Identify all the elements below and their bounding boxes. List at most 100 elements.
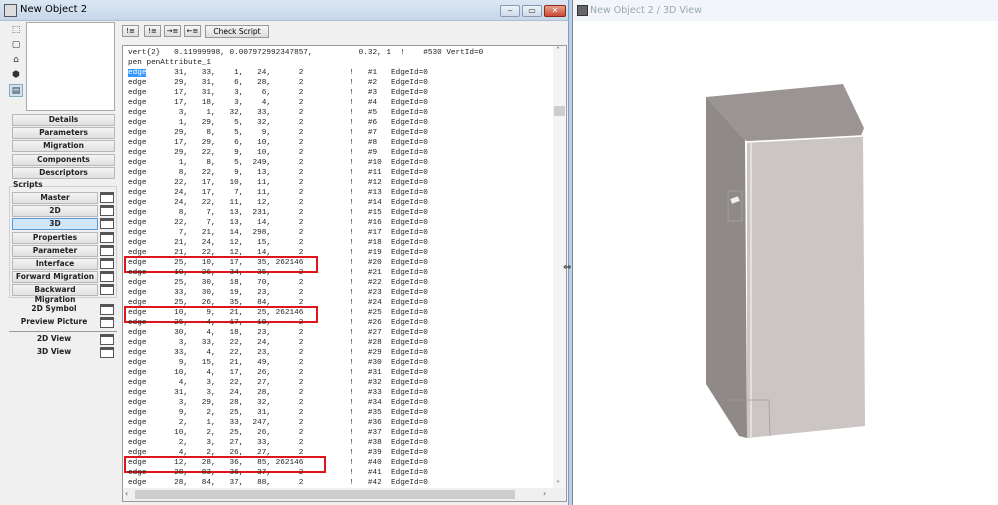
scroll-up-icon[interactable]: ˄	[556, 46, 560, 55]
edge-values: 17, 18, 3, 4, 2 ! #4	[146, 99, 391, 107]
script-button-parameter[interactable]: Parameter	[12, 244, 98, 257]
3d-view-label[interactable]: 3D View	[12, 347, 96, 356]
script-editor[interactable]: vert{2} 0.11999998, 0.007972992347857, 0…	[122, 45, 567, 502]
edge-keyword: edge	[128, 439, 147, 447]
edge-keyword: edge	[128, 339, 147, 347]
window-icon[interactable]	[100, 205, 114, 217]
window-icon[interactable]	[100, 284, 114, 296]
rectangle-icon[interactable]: ▢	[9, 39, 23, 52]
window-icon[interactable]	[100, 218, 114, 230]
edge-keyword: edge	[128, 429, 147, 437]
edge-line: edge 17, 31, 3, 6, 2 ! #3 EdgeId=0	[128, 88, 483, 98]
edge-values: 24, 22, 11, 12, 2 ! #14	[146, 199, 391, 207]
edge-line: edge 25, 30, 18, 70, 2 ! #22 EdgeId=0	[128, 278, 483, 288]
details-button[interactable]: Details	[12, 114, 115, 126]
edge-keyword: edge	[128, 379, 147, 387]
edge-values: 28, 83, 36, 37, 2 ! #41	[146, 469, 391, 477]
edge-values: 22, 17, 10, 11, 2 ! #12	[146, 179, 391, 187]
script-button-properties[interactable]: Properties	[12, 231, 98, 244]
edge-line: edge 22, 7, 13, 14, 2 ! #16 EdgeId=0	[128, 218, 483, 228]
scroll-thumb[interactable]	[135, 490, 515, 499]
edge-keyword: edge	[128, 469, 147, 477]
cabinet-model	[706, 84, 865, 438]
components-button[interactable]: Components	[12, 154, 115, 166]
script-button-3d[interactable]: 3D	[12, 218, 98, 231]
edge-line: edge 33, 4, 22, 23, 2 ! #29 EdgeId=0	[128, 348, 483, 358]
2d-symbol-label[interactable]: 2D Symbol	[12, 304, 96, 313]
parameters-button[interactable]: Parameters	[12, 127, 115, 139]
edge-line: edge 8, 22, 9, 13, 2 ! #11 EdgeId=0	[128, 168, 483, 178]
edge-id: EdgeId=0	[390, 139, 428, 147]
minimize-button[interactable]: ‒	[500, 5, 520, 17]
edge-values: 25, 10, 17, 35, 262146 ! #20	[146, 259, 391, 267]
edge-line: edge 3, 29, 28, 32, 2 ! #34 EdgeId=0	[128, 398, 483, 408]
uncomment-button[interactable]: !≡	[144, 25, 161, 37]
edge-values: 2, 1, 33, 247, 2 ! #36	[146, 419, 391, 427]
splitter-handle-icon[interactable]: ⇔	[563, 262, 571, 273]
edge-keyword: edge	[128, 319, 147, 327]
floor-plan-icon[interactable]: ⌂	[9, 54, 23, 67]
2d-view-label[interactable]: 2D View	[12, 334, 96, 343]
edge-id: EdgeId=0	[390, 89, 428, 97]
edge-line: edge 10, 2, 25, 26, 2 ! #37 EdgeId=0	[128, 428, 483, 438]
edge-keyword: edge	[128, 479, 147, 487]
edge-values: 10, 4, 17, 26, 2 ! #31	[146, 369, 391, 377]
edge-id: EdgeId=0	[390, 259, 428, 267]
edge-line: edge 17, 29, 6, 10, 2 ! #8 EdgeId=0	[128, 138, 483, 148]
cube-icon[interactable]: ⬢	[9, 69, 23, 82]
script-button-backward-migration[interactable]: Backward Migration	[12, 284, 98, 304]
check-script-button[interactable]: Check Script	[205, 25, 269, 38]
3d-model-viewport[interactable]	[573, 0, 998, 505]
preview-picture-label[interactable]: Preview Picture	[12, 317, 96, 326]
scroll-thumb[interactable]	[554, 106, 565, 116]
edge-keyword: edge	[128, 239, 147, 247]
edge-keyword: edge	[128, 329, 147, 337]
window-icon[interactable]	[100, 192, 114, 203]
edge-line: edge 24, 22, 11, 12, 2 ! #14 EdgeId=0	[128, 198, 483, 208]
outdent-button[interactable]: ←≡	[184, 25, 201, 37]
script-button-master[interactable]: Master	[12, 192, 98, 204]
view-mode-icons: ⬚ ▢ ⌂ ⬢ ▤	[9, 24, 25, 99]
edge-id: EdgeId=0	[390, 119, 428, 127]
window-icon[interactable]	[100, 231, 114, 243]
scripts-label: Scripts	[13, 180, 43, 189]
window-icon[interactable]	[100, 347, 114, 358]
window-icon[interactable]	[100, 317, 114, 328]
edge-id: EdgeId=0	[390, 279, 428, 287]
edge-keyword: edge	[128, 159, 147, 167]
script-icon[interactable]: ▤	[9, 84, 23, 97]
close-button[interactable]: ✕	[544, 5, 566, 17]
window-icon[interactable]	[100, 304, 114, 315]
edge-values: 29, 31, 6, 28, 2 ! #2	[146, 79, 391, 87]
edge-keyword: edge	[128, 229, 147, 237]
script-button-2d[interactable]: 2D	[12, 205, 98, 218]
code-text[interactable]: vert{2} 0.11999998, 0.007972992347857, 0…	[123, 48, 484, 498]
migration-button[interactable]: Migration	[12, 140, 115, 152]
script-button-interface[interactable]: Interface	[12, 258, 98, 270]
script-button-forward-migration[interactable]: Forward Migration	[12, 271, 98, 284]
window-icon[interactable]	[100, 271, 114, 283]
indent-button[interactable]: →≡	[164, 25, 181, 37]
cursor-icon[interactable]: ⬚	[9, 24, 23, 37]
edge-id: EdgeId=0	[390, 129, 428, 137]
vert-line: vert{2} 0.11999998, 0.007972992347857, 0…	[128, 49, 484, 57]
edge-keyword: edge	[128, 119, 147, 127]
descriptors-button[interactable]: Descriptors	[12, 167, 115, 179]
maximize-button[interactable]: ▭	[522, 5, 542, 17]
edge-keyword: edge	[128, 99, 147, 107]
horizontal-scrollbar[interactable]: ‹ ›	[123, 488, 566, 501]
scroll-right-icon[interactable]: ›	[543, 489, 546, 498]
comment-button[interactable]: !≡	[122, 25, 139, 37]
window-icon[interactable]	[100, 244, 114, 256]
edge-line: edge 4, 3, 22, 27, 2 ! #32 EdgeId=0	[128, 378, 483, 388]
edge-values: 17, 29, 6, 10, 2 ! #8	[146, 139, 391, 147]
pen-line: pen penAttribute_1	[128, 59, 212, 67]
edge-id: EdgeId=0	[390, 239, 428, 247]
window-icon[interactable]	[100, 334, 114, 345]
edge-values: 31, 3, 24, 28, 2 ! #33	[146, 389, 391, 397]
edge-line: edge 1, 29, 5, 32, 2 ! #6 EdgeId=0	[128, 118, 483, 128]
edge-values: 4, 3, 22, 27, 2 ! #32	[146, 379, 391, 387]
window-icon[interactable]	[100, 258, 114, 269]
edge-id: EdgeId=0	[390, 429, 428, 437]
scroll-left-icon[interactable]: ‹	[125, 489, 128, 498]
